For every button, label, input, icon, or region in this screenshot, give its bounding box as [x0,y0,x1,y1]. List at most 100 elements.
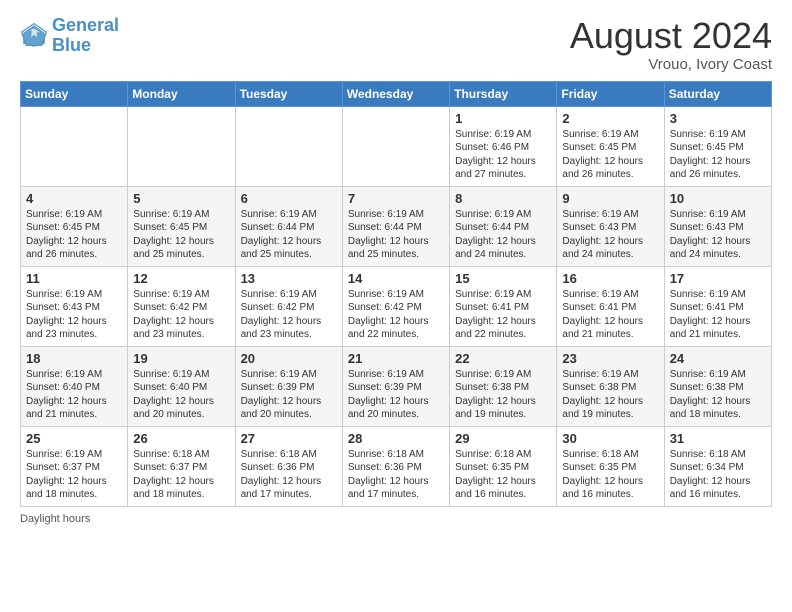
month-title: August 2024 [570,16,772,56]
day-info: Sunrise: 6:18 AM Sunset: 6:35 PM Dayligh… [455,448,551,502]
day-info: Sunrise: 6:19 AM Sunset: 6:45 PM Dayligh… [670,128,766,182]
calendar-day-cell: 10 Sunrise: 6:19 AM Sunset: 6:43 PM Dayli… [664,186,771,266]
calendar-day-cell: 21 Sunrise: 6:19 AM Sunset: 6:39 PM Dayli… [342,346,449,426]
day-number: 10 [670,191,766,206]
day-number: 20 [241,351,337,366]
day-number: 21 [348,351,444,366]
day-info: Sunrise: 6:19 AM Sunset: 6:42 PM Dayligh… [133,288,229,342]
day-number: 9 [562,191,658,206]
calendar-day-cell: 19 Sunrise: 6:19 AM Sunset: 6:40 PM Dayli… [128,346,235,426]
calendar-header-row: SundayMondayTuesdayWednesdayThursdayFrid… [21,81,772,106]
calendar-day-cell: 24Sunrise: 6:19 AM Sunset: 6:38 PM Dayli… [664,346,771,426]
day-number: 14 [348,271,444,286]
daylight-label: Daylight hours [20,513,90,525]
calendar-weekday: Sunday [21,81,128,106]
calendar-day-cell: 13 Sunrise: 6:19 AM Sunset: 6:42 PM Dayli… [235,266,342,346]
logo-blue: Blue [52,35,91,55]
calendar: SundayMondayTuesdayWednesdayThursdayFrid… [20,81,772,507]
calendar-day-cell: 4 Sunrise: 6:19 AM Sunset: 6:45 PM Daylig… [21,186,128,266]
calendar-day-cell: 7Sunrise: 6:19 AM Sunset: 6:44 PM Daylig… [342,186,449,266]
day-info: Sunrise: 6:19 AM Sunset: 6:45 PM Dayligh… [26,208,122,262]
day-number: 18 [26,351,122,366]
day-info: Sunrise: 6:19 AM Sunset: 6:45 PM Dayligh… [133,208,229,262]
calendar-day-cell: 17 Sunrise: 6:19 AM Sunset: 6:41 PM Dayli… [664,266,771,346]
calendar-day-cell [342,106,449,186]
day-info: Sunrise: 6:19 AM Sunset: 6:39 PM Dayligh… [241,368,337,422]
calendar-week-row: 11 Sunrise: 6:19 AM Sunset: 6:43 PM Dayli… [21,266,772,346]
calendar-day-cell: 1 Sunrise: 6:19 AM Sunset: 6:46 PM Daylig… [450,106,557,186]
location-subtitle: Vrouo, Ivory Coast [570,56,772,73]
day-number: 17 [670,271,766,286]
calendar-week-row: 4 Sunrise: 6:19 AM Sunset: 6:45 PM Daylig… [21,186,772,266]
calendar-day-cell: 28 Sunrise: 6:18 AM Sunset: 6:36 PM Dayli… [342,426,449,506]
day-info: Sunrise: 6:18 AM Sunset: 6:37 PM Dayligh… [133,448,229,502]
day-number: 28 [348,431,444,446]
calendar-weekday: Wednesday [342,81,449,106]
logo: General Blue [20,16,119,56]
day-number: 2 [562,111,658,126]
day-info: Sunrise: 6:19 AM Sunset: 6:46 PM Dayligh… [455,128,551,182]
calendar-day-cell: 22 Sunrise: 6:19 AM Sunset: 6:38 PM Dayli… [450,346,557,426]
day-number: 19 [133,351,229,366]
day-number: 23 [562,351,658,366]
day-number: 16 [562,271,658,286]
day-number: 31 [670,431,766,446]
calendar-day-cell: 25Sunrise: 6:19 AM Sunset: 6:37 PM Dayli… [21,426,128,506]
day-info: Sunrise: 6:19 AM Sunset: 6:41 PM Dayligh… [670,288,766,342]
day-info: Sunrise: 6:19 AM Sunset: 6:43 PM Dayligh… [26,288,122,342]
calendar-week-row: 25Sunrise: 6:19 AM Sunset: 6:37 PM Dayli… [21,426,772,506]
logo-text: General Blue [52,16,119,56]
day-info: Sunrise: 6:19 AM Sunset: 6:42 PM Dayligh… [241,288,337,342]
day-info: Sunrise: 6:19 AM Sunset: 6:44 PM Dayligh… [455,208,551,262]
calendar-week-row: 18 Sunrise: 6:19 AM Sunset: 6:40 PM Dayli… [21,346,772,426]
calendar-day-cell: 18Sunrise: 6:19 AM Sunset: 6:40 PM Dayli… [21,346,128,426]
calendar-day-cell: 26Sunrise: 6:18 AM Sunset: 6:37 PM Dayli… [128,426,235,506]
calendar-day-cell [21,106,128,186]
footer-note: Daylight hours [20,513,772,525]
day-info: Sunrise: 6:19 AM Sunset: 6:41 PM Dayligh… [562,288,658,342]
day-info: Sunrise: 6:19 AM Sunset: 6:38 PM Dayligh… [562,368,658,422]
page: General Blue August 2024 Vrouo, Ivory Co… [0,0,792,612]
day-info: Sunrise: 6:18 AM Sunset: 6:35 PM Dayligh… [562,448,658,502]
calendar-day-cell: 12 Sunrise: 6:19 AM Sunset: 6:42 PM Dayli… [128,266,235,346]
calendar-day-cell: 11 Sunrise: 6:19 AM Sunset: 6:43 PM Dayli… [21,266,128,346]
calendar-weekday: Tuesday [235,81,342,106]
day-number: 11 [26,271,122,286]
day-number: 22 [455,351,551,366]
day-number: 15 [455,271,551,286]
calendar-weekday: Saturday [664,81,771,106]
day-info: Sunrise: 6:18 AM Sunset: 6:36 PM Dayligh… [348,448,444,502]
day-info: Sunrise: 6:19 AM Sunset: 6:43 PM Dayligh… [670,208,766,262]
calendar-day-cell: 30 Sunrise: 6:18 AM Sunset: 6:35 PM Dayli… [557,426,664,506]
day-number: 1 [455,111,551,126]
day-info: Sunrise: 6:19 AM Sunset: 6:38 PM Dayligh… [455,368,551,422]
day-info: Sunrise: 6:19 AM Sunset: 6:37 PM Dayligh… [26,448,122,502]
day-number: 29 [455,431,551,446]
day-number: 12 [133,271,229,286]
day-info: Sunrise: 6:18 AM Sunset: 6:34 PM Dayligh… [670,448,766,502]
calendar-day-cell: 6Sunrise: 6:19 AM Sunset: 6:44 PM Daylig… [235,186,342,266]
day-number: 30 [562,431,658,446]
day-number: 13 [241,271,337,286]
calendar-day-cell: 29 Sunrise: 6:18 AM Sunset: 6:35 PM Dayli… [450,426,557,506]
calendar-day-cell: 3 Sunrise: 6:19 AM Sunset: 6:45 PM Daylig… [664,106,771,186]
calendar-day-cell: 27 Sunrise: 6:18 AM Sunset: 6:36 PM Dayli… [235,426,342,506]
calendar-day-cell: 20 Sunrise: 6:19 AM Sunset: 6:39 PM Dayli… [235,346,342,426]
calendar-weekday: Friday [557,81,664,106]
day-info: Sunrise: 6:19 AM Sunset: 6:43 PM Dayligh… [562,208,658,262]
day-number: 3 [670,111,766,126]
day-info: Sunrise: 6:19 AM Sunset: 6:41 PM Dayligh… [455,288,551,342]
day-info: Sunrise: 6:19 AM Sunset: 6:39 PM Dayligh… [348,368,444,422]
calendar-day-cell [128,106,235,186]
calendar-day-cell: 15 Sunrise: 6:19 AM Sunset: 6:41 PM Dayli… [450,266,557,346]
day-number: 24 [670,351,766,366]
day-number: 7 [348,191,444,206]
calendar-weekday: Thursday [450,81,557,106]
calendar-day-cell: 14Sunrise: 6:19 AM Sunset: 6:42 PM Dayli… [342,266,449,346]
day-number: 5 [133,191,229,206]
day-number: 4 [26,191,122,206]
day-info: Sunrise: 6:18 AM Sunset: 6:36 PM Dayligh… [241,448,337,502]
day-number: 27 [241,431,337,446]
day-info: Sunrise: 6:19 AM Sunset: 6:40 PM Dayligh… [133,368,229,422]
calendar-day-cell: 5 Sunrise: 6:19 AM Sunset: 6:45 PM Daylig… [128,186,235,266]
